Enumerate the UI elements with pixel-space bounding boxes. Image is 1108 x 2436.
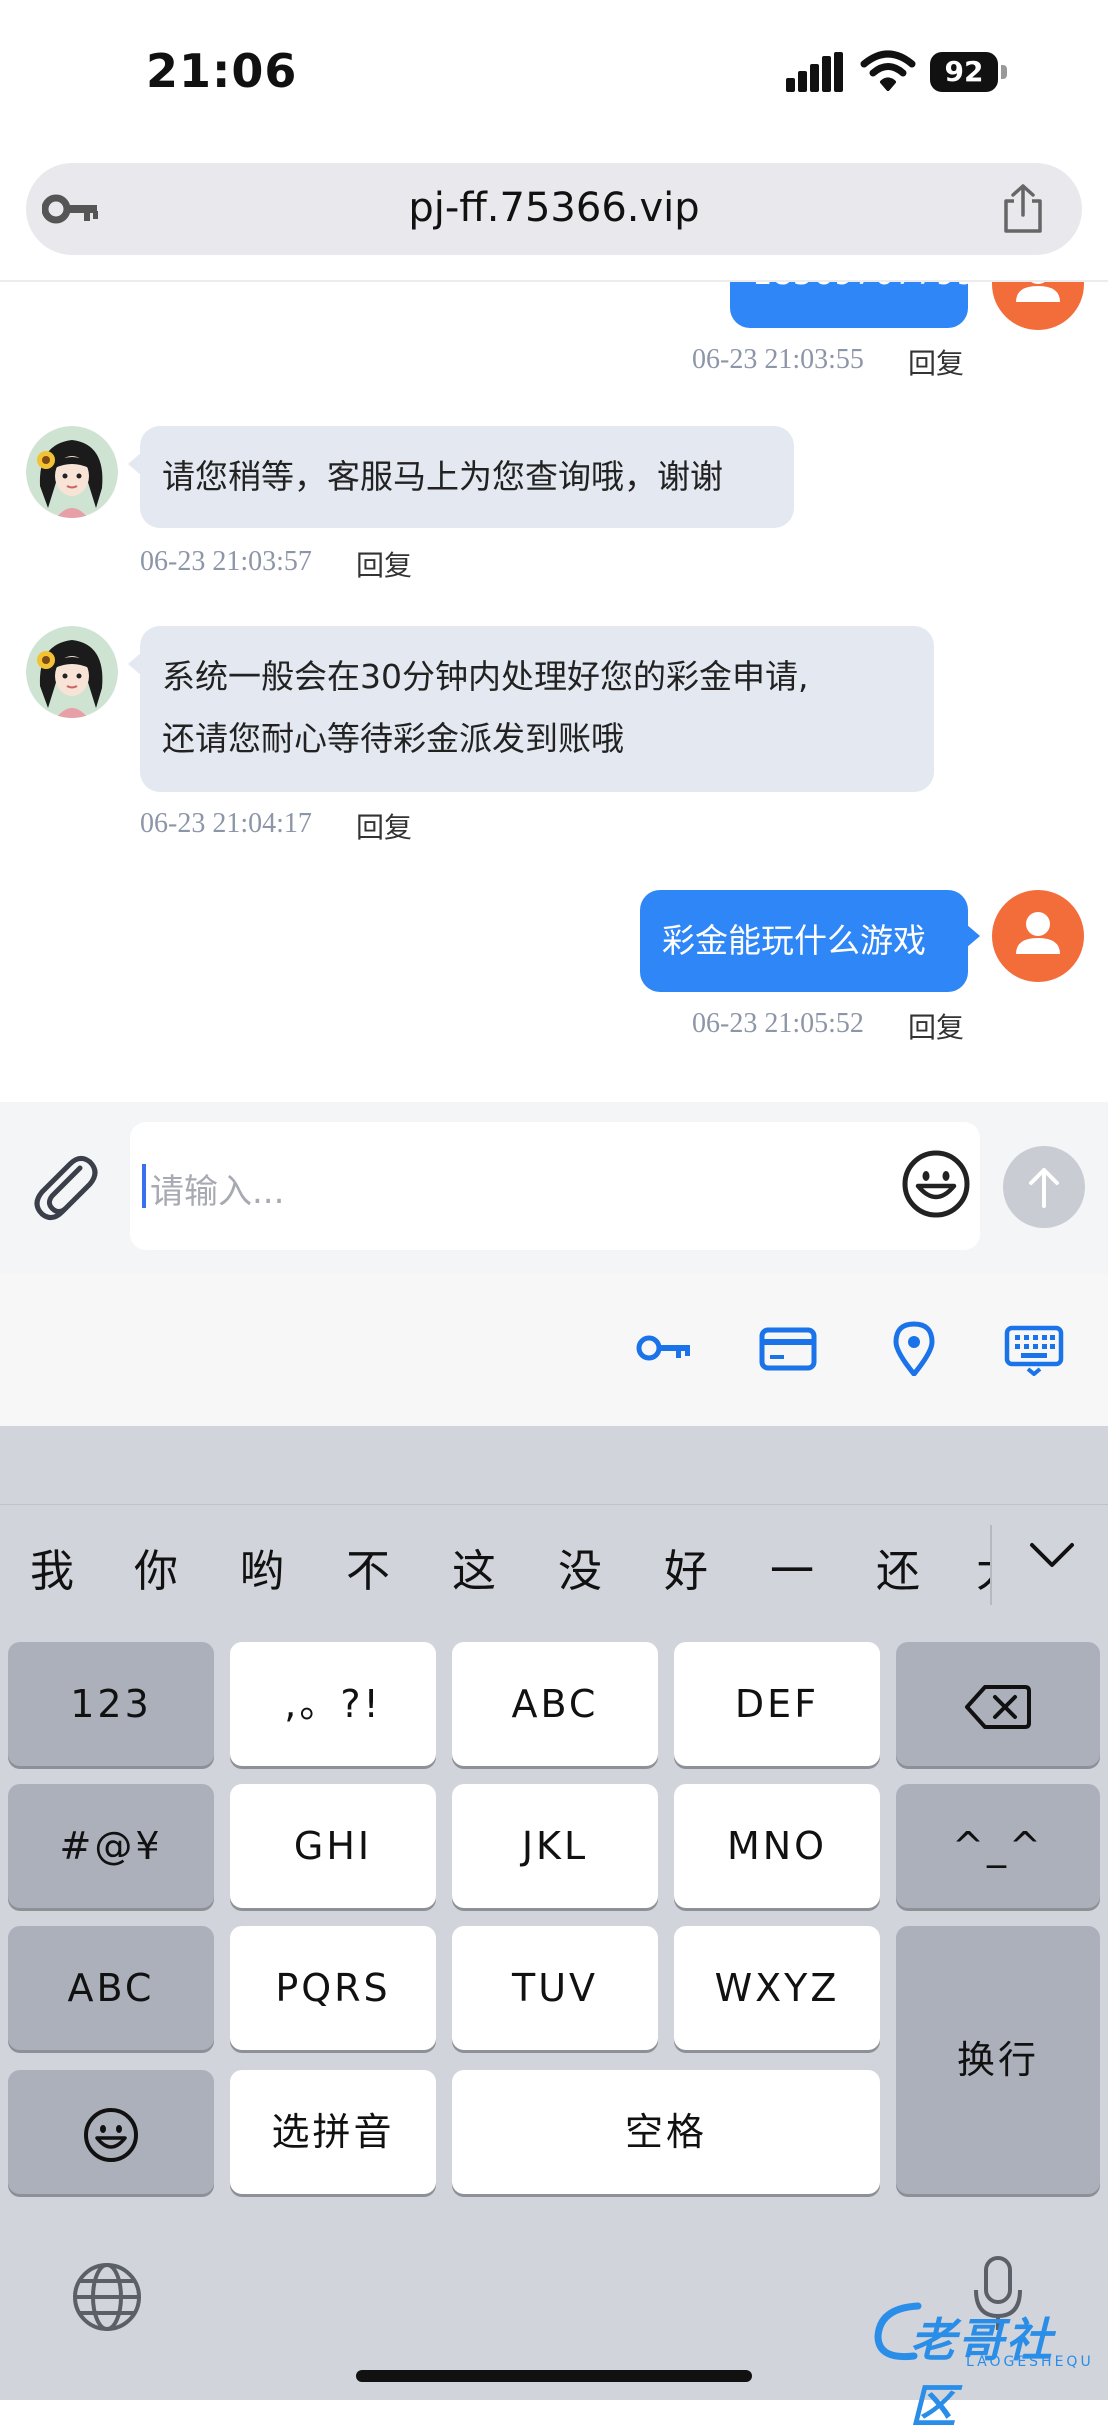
keyboard-icon[interactable] bbox=[1004, 1320, 1064, 1376]
key-jkl[interactable]: JKL bbox=[452, 1784, 658, 1908]
credit-card-icon[interactable] bbox=[758, 1320, 818, 1376]
candidate-word[interactable]: 这 bbox=[452, 1535, 496, 1599]
message-text-line: 系统一般会在30分钟内处理好您的彩金申请, bbox=[162, 657, 809, 696]
candidate-word[interactable]: 哟 bbox=[240, 1535, 284, 1599]
chat-message-user: 彩金能玩什么游戏 bbox=[640, 890, 980, 992]
key-pqrs[interactable]: PQRS bbox=[230, 1926, 436, 2050]
watermark-subtext: LAOGESHEQU bbox=[966, 2354, 1094, 2370]
candidate-word[interactable]: 你 bbox=[134, 1535, 178, 1599]
candidate-word[interactable]: 不 bbox=[346, 1535, 390, 1599]
person-icon bbox=[1016, 912, 1060, 954]
wifi-icon bbox=[860, 50, 916, 91]
key-def[interactable]: DEF bbox=[674, 1642, 880, 1766]
message-text: 彩金能玩什么游戏 bbox=[662, 921, 926, 960]
space-key[interactable]: 空格 bbox=[452, 2070, 880, 2194]
key-symbols[interactable]: #@¥ bbox=[8, 1784, 214, 1908]
key-select-pinyin[interactable]: 选拼音 bbox=[230, 2070, 436, 2194]
status-time: 21:06 bbox=[146, 44, 298, 98]
status-bar: 21:06 92 bbox=[0, 0, 1108, 150]
key-abc-switch[interactable]: ABC bbox=[8, 1926, 214, 2050]
share-icon[interactable] bbox=[1000, 183, 1046, 235]
watermark-logo: 老哥社区 LAOGESHEQU bbox=[870, 2296, 1100, 2433]
send-button[interactable] bbox=[1003, 1146, 1085, 1228]
keyboard: 我 你 哟 不 这 没 好 一 还 大 123 ,。?! ABC DEF #@¥… bbox=[0, 1426, 1108, 2433]
candidate-divider bbox=[990, 1525, 992, 1605]
person-icon bbox=[1016, 282, 1060, 302]
reply-link[interactable]: 回复 bbox=[356, 544, 412, 584]
key-abc[interactable]: ABC bbox=[452, 1642, 658, 1766]
keyboard-accessory-bar bbox=[0, 1274, 1108, 1426]
candidate-word[interactable]: 一 bbox=[770, 1535, 814, 1599]
paperclip-icon[interactable] bbox=[28, 1148, 102, 1222]
arrow-up-icon bbox=[1029, 1168, 1059, 1208]
message-composer: 请输入... bbox=[0, 1102, 1108, 1274]
location-pin-icon[interactable] bbox=[884, 1320, 944, 1376]
reply-link[interactable]: 回复 bbox=[356, 806, 412, 846]
chat-message-user: 18569707799 bbox=[730, 282, 976, 328]
watermark-text: 老哥社区 bbox=[910, 2313, 1054, 2433]
candidate-word[interactable]: 大 bbox=[976, 1535, 990, 1599]
battery-icon: 92 bbox=[930, 52, 1008, 92]
emoji-icon[interactable] bbox=[900, 1148, 972, 1220]
key-wxyz[interactable]: WXYZ bbox=[674, 1926, 880, 2050]
battery-level: 92 bbox=[930, 52, 998, 92]
chevron-down-icon[interactable] bbox=[1024, 1535, 1080, 1575]
candidate-word[interactable]: 好 bbox=[664, 1535, 708, 1599]
home-indicator[interactable] bbox=[356, 2370, 752, 2382]
key-tuv[interactable]: TUV bbox=[452, 1926, 658, 2050]
message-input-placeholder: 请输入... bbox=[150, 1172, 285, 1212]
message-timestamp: 06-23 21:04:17 bbox=[140, 808, 312, 839]
message-timestamp: 06-23 21:03:55 bbox=[692, 344, 864, 375]
globe-icon[interactable] bbox=[70, 2260, 144, 2334]
key-mno[interactable]: MNO bbox=[674, 1784, 880, 1908]
emoji-key[interactable] bbox=[8, 2070, 214, 2194]
key-ghi[interactable]: GHI bbox=[230, 1784, 436, 1908]
key-emoticon[interactable]: ^_^ bbox=[896, 1784, 1100, 1908]
chat-message-agent: 请您稍等，客服马上为您查询哦，谢谢 bbox=[128, 426, 794, 528]
key-icon[interactable] bbox=[634, 1320, 694, 1376]
text-caret bbox=[142, 1164, 146, 1208]
message-timestamp: 06-23 21:03:57 bbox=[140, 546, 312, 577]
candidate-word[interactable]: 没 bbox=[558, 1535, 602, 1599]
message-timestamp: 06-23 21:05:52 bbox=[692, 1008, 864, 1039]
emoji-icon bbox=[84, 2107, 138, 2162]
message-text: 18569707799 bbox=[752, 282, 976, 292]
key-punctuation[interactable]: ,。?! bbox=[230, 1642, 436, 1766]
address-bar[interactable]: pj-ff.75366.vip bbox=[26, 163, 1082, 255]
user-avatar bbox=[992, 890, 1084, 982]
cellular-signal-icon bbox=[786, 52, 843, 92]
return-key[interactable]: 换行 bbox=[896, 1926, 1100, 2194]
user-avatar bbox=[992, 282, 1084, 330]
agent-avatar bbox=[26, 426, 118, 518]
chat-area[interactable]: 18569707799 06-23 21:03:55 回复 请您稍等，客服马上为… bbox=[0, 282, 1108, 1102]
candidate-word[interactable]: 我 bbox=[30, 1535, 74, 1599]
message-text-line: 还请您耐心等待彩金派发到账哦 bbox=[162, 719, 624, 758]
reply-link[interactable]: 回复 bbox=[908, 342, 964, 382]
agent-avatar bbox=[26, 626, 118, 718]
chat-message-agent: 系统一般会在30分钟内处理好您的彩金申请, 还请您耐心等待彩金派发到账哦 bbox=[128, 626, 934, 792]
backspace-icon bbox=[965, 1684, 1031, 1729]
candidate-bar: 我 你 哟 不 这 没 好 一 还 大 bbox=[0, 1504, 1108, 1623]
delete-key[interactable] bbox=[896, 1642, 1100, 1766]
message-text: 请您稍等，客服马上为您查询哦，谢谢 bbox=[162, 457, 723, 496]
reply-link[interactable]: 回复 bbox=[908, 1006, 964, 1046]
key-123[interactable]: 123 bbox=[8, 1642, 214, 1766]
url-text[interactable]: pj-ff.75366.vip bbox=[26, 185, 1082, 231]
message-input[interactable]: 请输入... bbox=[130, 1122, 980, 1250]
candidate-word[interactable]: 还 bbox=[876, 1535, 920, 1599]
